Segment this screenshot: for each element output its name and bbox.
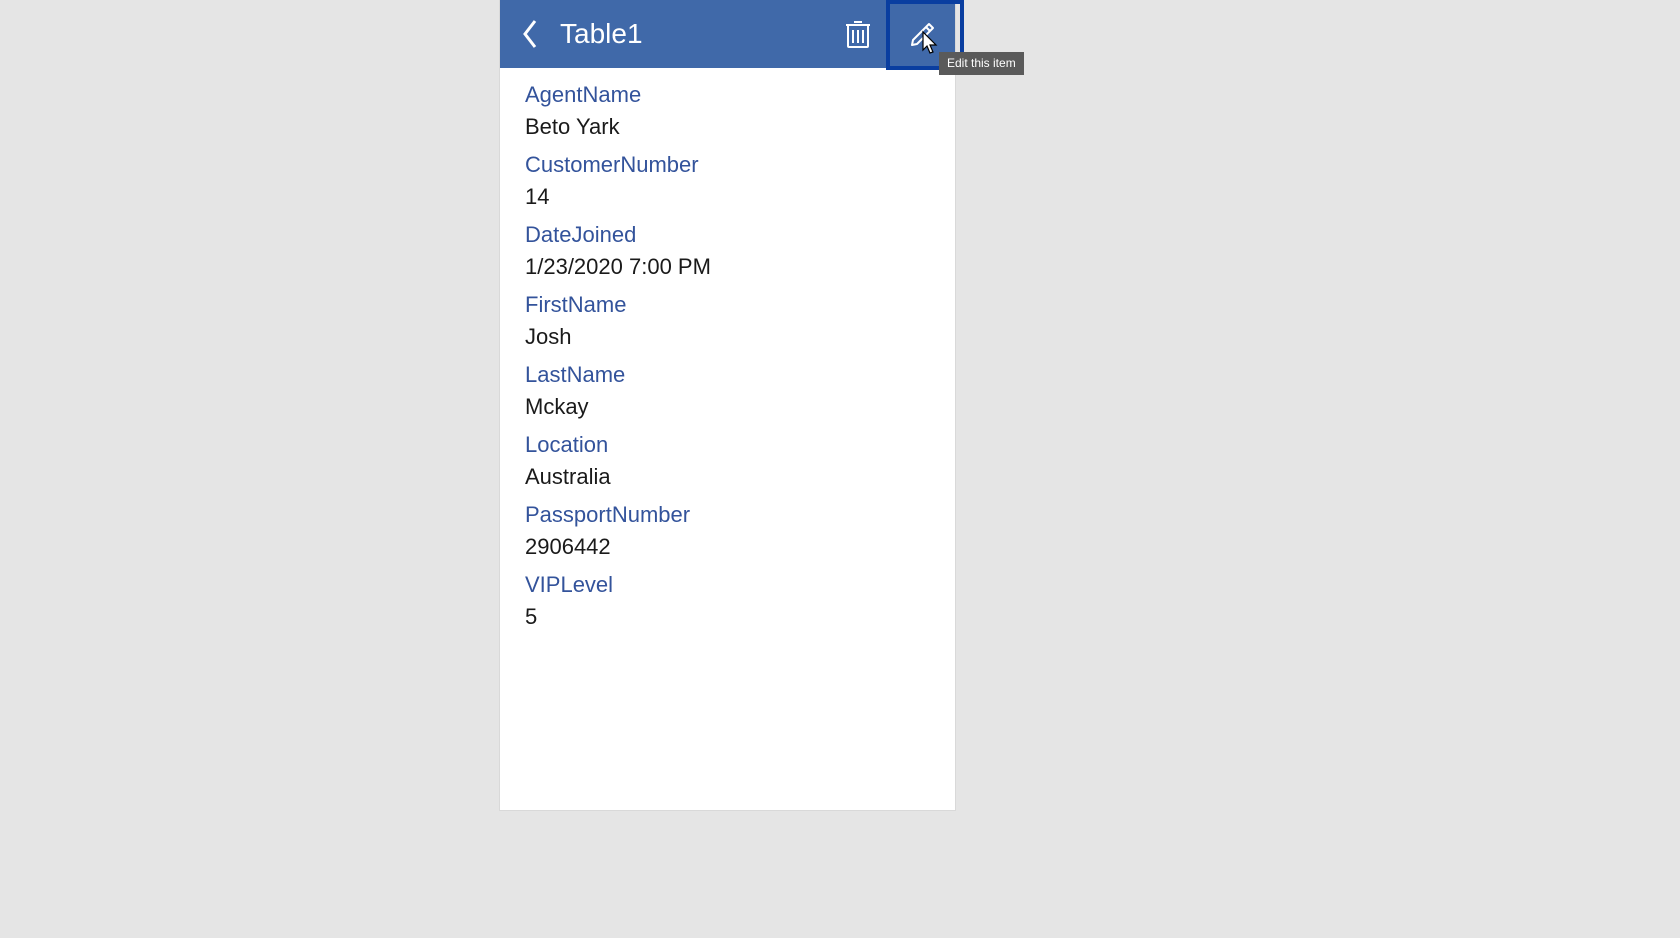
field-label: AgentName [525,80,930,110]
field-value: Josh [525,322,930,352]
stage: Table1 [0,0,1680,938]
field-value: Beto Yark [525,112,930,142]
field-label: Location [525,430,930,460]
field-label: PassportNumber [525,500,930,530]
back-button[interactable] [500,0,560,68]
field-label: FirstName [525,290,930,320]
edit-tooltip: Edit this item [939,52,1024,75]
field-value: Mckay [525,392,930,422]
field-row: DateJoined1/23/2020 7:00 PM [525,220,930,282]
app-preview-frame: Table1 [500,0,955,810]
field-label: VIPLevel [525,570,930,600]
field-row: AgentNameBeto Yark [525,80,930,142]
chevron-left-icon [521,19,539,49]
field-label: LastName [525,360,930,390]
field-value: Australia [525,462,930,492]
field-row: PassportNumber2906442 [525,500,930,562]
header-actions [825,0,955,68]
field-row: CustomerNumber14 [525,150,930,212]
app-header: Table1 [500,0,955,68]
delete-button[interactable] [825,0,890,68]
field-value: 5 [525,602,930,632]
trash-icon [845,19,871,49]
field-row: LocationAustralia [525,430,930,492]
pencil-icon [909,20,937,48]
field-row: VIPLevel5 [525,570,930,632]
detail-form: AgentNameBeto Yark CustomerNumber14 DateJo… [500,68,955,632]
field-value: 1/23/2020 7:00 PM [525,252,930,282]
field-value: 2906442 [525,532,930,562]
field-value: 14 [525,182,930,212]
screen-title: Table1 [560,18,643,50]
field-label: DateJoined [525,220,930,250]
field-row: LastNameMckay [525,360,930,422]
field-label: CustomerNumber [525,150,930,180]
field-row: FirstNameJosh [525,290,930,352]
